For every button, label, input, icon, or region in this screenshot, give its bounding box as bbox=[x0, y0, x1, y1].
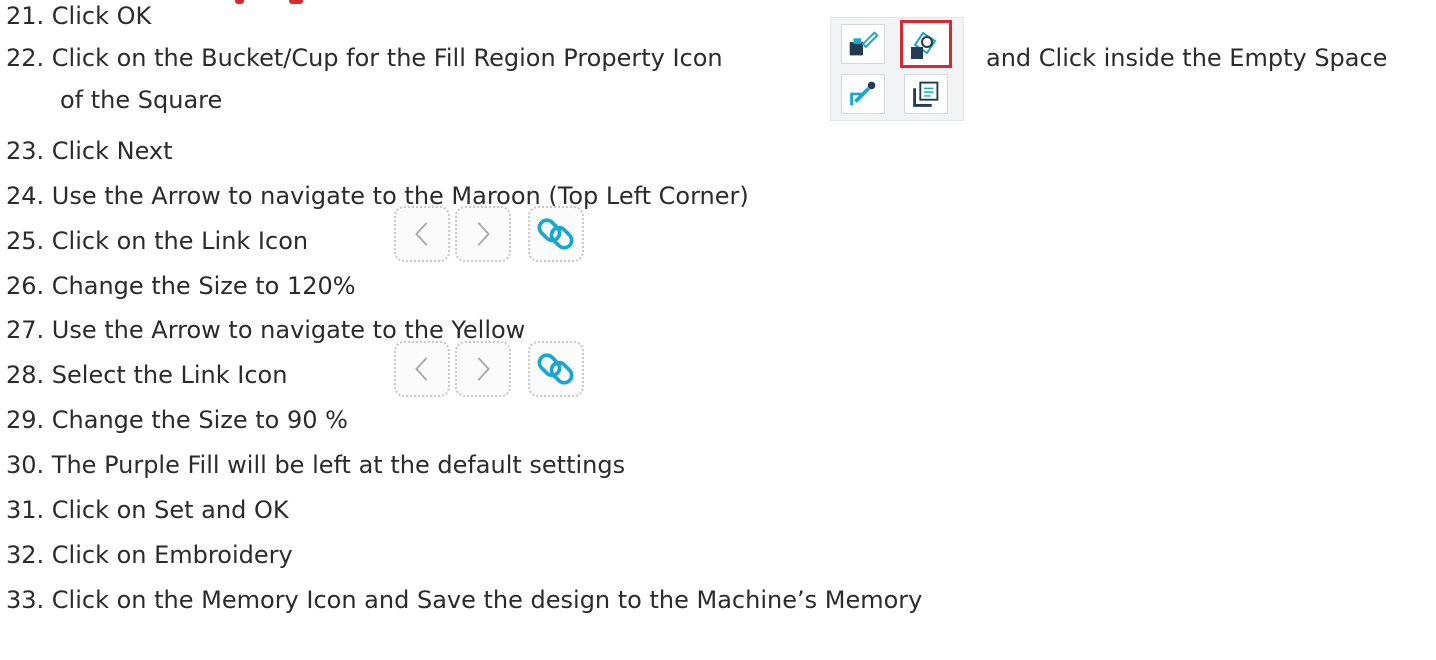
step-23: 23. Click Next bbox=[6, 137, 173, 165]
step-25: 25. Click on the Link Icon bbox=[6, 227, 309, 255]
step-21: 21. Click OK bbox=[6, 2, 152, 30]
step-22-suffix: and Click inside the Empty Space bbox=[986, 44, 1388, 72]
fill-bucket-icon[interactable] bbox=[900, 20, 952, 68]
nav-buttons-step-28 bbox=[394, 341, 584, 397]
step-29: 29. Change the Size to 90 % bbox=[6, 406, 348, 434]
step-26: 26. Change the Size to 120% bbox=[6, 272, 356, 300]
paint-brush-icon[interactable] bbox=[841, 24, 885, 64]
step-33: 33. Click on the Memory Icon and Save th… bbox=[6, 586, 923, 614]
arrow-right-icon[interactable] bbox=[455, 206, 511, 262]
arrow-right-icon[interactable] bbox=[455, 341, 511, 397]
arrow-left-icon[interactable] bbox=[394, 341, 450, 397]
fill-region-property-icon[interactable] bbox=[904, 74, 948, 114]
arrow-left-icon[interactable] bbox=[394, 206, 450, 262]
step-31: 31. Click on Set and OK bbox=[6, 496, 289, 524]
link-icon[interactable] bbox=[528, 206, 584, 262]
red-heading-remnant bbox=[235, 0, 305, 6]
link-icon[interactable] bbox=[528, 341, 584, 397]
nav-buttons-step-25 bbox=[394, 206, 584, 262]
step-24: 24. Use the Arrow to navigate to the Mar… bbox=[6, 182, 749, 210]
step-32: 32. Click on Embroidery bbox=[6, 541, 293, 569]
step-28: 28. Select the Link Icon bbox=[6, 361, 288, 389]
step-22-continuation: of the Square bbox=[60, 86, 223, 114]
eyedropper-icon[interactable] bbox=[841, 74, 885, 114]
step-22: 22. Click on the Bucket/Cup for the Fill… bbox=[6, 44, 723, 72]
fill-region-tool-panel bbox=[830, 17, 964, 121]
step-30: 30. The Purple Fill will be left at the … bbox=[6, 451, 626, 479]
